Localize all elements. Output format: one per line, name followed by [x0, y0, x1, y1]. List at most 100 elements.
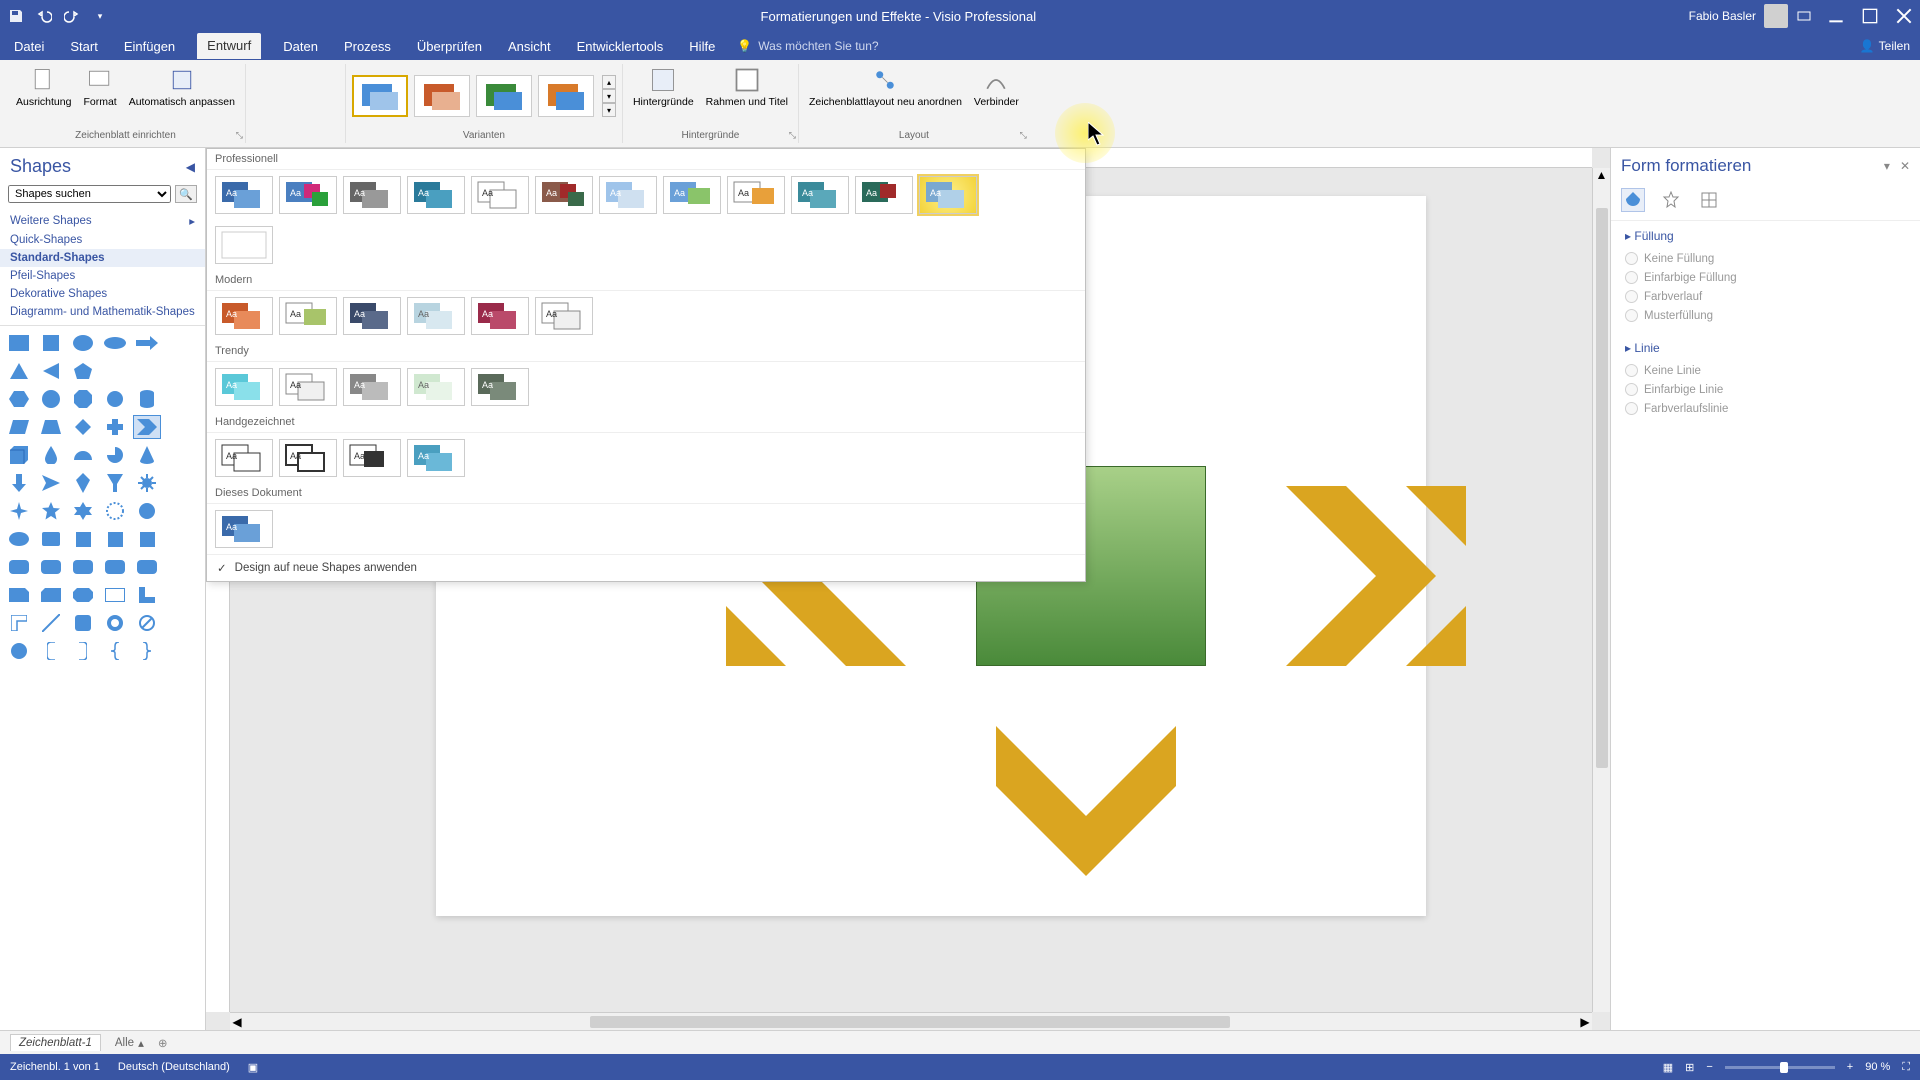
connector-button[interactable]: Verbinder	[970, 64, 1023, 110]
shape-brace-l[interactable]	[102, 640, 128, 662]
tab-start[interactable]: Start	[66, 36, 101, 57]
setup-launcher-icon[interactable]: ⤡	[236, 130, 243, 141]
pagelayout-button[interactable]: Zeichenblattlayout neu anordnen	[805, 64, 966, 110]
theme-prof-8[interactable]: Aa	[663, 176, 721, 214]
save-icon[interactable]	[8, 8, 24, 24]
frames-button[interactable]: Rahmen und Titel	[702, 64, 792, 110]
theme-prof-6[interactable]: Aa	[535, 176, 593, 214]
shape-arrow-right[interactable]	[134, 332, 160, 354]
tellme-input[interactable]: Was möchten Sie tun?	[758, 39, 878, 53]
line-none-option[interactable]: Keine Linie	[1625, 361, 1906, 380]
zoom-in-icon[interactable]: +	[1847, 1061, 1853, 1073]
search-button[interactable]: 🔍	[175, 185, 197, 203]
maximize-icon[interactable]	[1862, 8, 1878, 24]
shape-triangle[interactable]	[6, 360, 32, 382]
shape-can[interactable]	[134, 388, 160, 410]
shape-cube[interactable]	[6, 444, 32, 466]
user-name[interactable]: Fabio Basler	[1689, 9, 1756, 23]
view-mode-icon[interactable]: ⊞	[1685, 1061, 1694, 1074]
zoom-level[interactable]: 90 %	[1865, 1061, 1890, 1073]
zoom-slider[interactable]	[1725, 1066, 1835, 1069]
bg-launcher-icon[interactable]: ⤡	[789, 130, 796, 141]
shape-trapezoid[interactable]	[38, 416, 64, 438]
theme-mod-1[interactable]: Aa	[215, 297, 273, 335]
theme-prof-1[interactable]: Aa	[215, 176, 273, 214]
shape-callout-tri[interactable]	[38, 472, 64, 494]
zoom-out-icon[interactable]: −	[1706, 1061, 1712, 1073]
scrollbar-vertical[interactable]: ▲	[1592, 168, 1610, 1012]
theme-prof-9[interactable]: Aa	[727, 176, 785, 214]
format-button[interactable]: Format	[79, 64, 120, 110]
shape-heptagon[interactable]	[38, 388, 64, 410]
backgrounds-button[interactable]: Hintergründe	[629, 64, 698, 110]
status-lang[interactable]: Deutsch (Deutschland)	[118, 1061, 230, 1073]
undo-icon[interactable]	[36, 8, 52, 24]
cat-diagram[interactable]: Diagramm- und Mathematik-Shapes	[0, 303, 205, 321]
shape-lshape2[interactable]	[6, 612, 32, 634]
theme-prof-3[interactable]: Aa	[343, 176, 401, 214]
redo-icon[interactable]	[64, 8, 80, 24]
theme-hand-2[interactable]: Aa	[279, 439, 337, 477]
panel-close-icon[interactable]: ✕	[1900, 159, 1910, 173]
shape-ellipse[interactable]	[70, 332, 96, 354]
shape-roundrect4[interactable]	[102, 556, 128, 578]
tab-ueberpruefen[interactable]: Überprüfen	[413, 36, 486, 57]
shape-star7[interactable]	[102, 500, 128, 522]
tab-entwicklertools[interactable]: Entwicklertools	[573, 36, 668, 57]
shape-bracket-r[interactable]	[70, 640, 96, 662]
effects-tab-icon[interactable]	[1659, 188, 1683, 212]
shape-diamond[interactable]	[70, 416, 96, 438]
tab-prozess[interactable]: Prozess	[340, 36, 395, 57]
variant-up-icon[interactable]: ▴	[602, 75, 616, 89]
sheet-tab-1[interactable]: Zeichenblatt-1	[10, 1034, 101, 1051]
shape-cone[interactable]	[134, 444, 160, 466]
theme-trend-4[interactable]: Aa	[407, 368, 465, 406]
shape-oval[interactable]	[102, 332, 128, 354]
theme-prof-7[interactable]: Aa	[599, 176, 657, 214]
variant-down-icon[interactable]: ▾	[602, 89, 616, 103]
add-sheet-button[interactable]: ⊕	[158, 1036, 168, 1050]
theme-prof-5[interactable]: Aa	[471, 176, 529, 214]
close-icon[interactable]	[1896, 8, 1912, 24]
autofit-button[interactable]: Automatisch anpassen	[125, 64, 239, 110]
size-tab-icon[interactable]	[1697, 188, 1721, 212]
shape-circle[interactable]	[102, 388, 128, 410]
shape-hexagon[interactable]	[6, 388, 32, 410]
fill-none-option[interactable]: Keine Füllung	[1625, 249, 1906, 268]
shape-brace-r[interactable]	[134, 640, 160, 662]
cat-quick[interactable]: Quick-Shapes	[0, 231, 205, 249]
shape-arc[interactable]	[70, 444, 96, 466]
shape-roundrect5[interactable]	[134, 556, 160, 578]
shape-funnel[interactable]	[102, 472, 128, 494]
variant-4[interactable]	[538, 75, 594, 117]
minimize-icon[interactable]	[1828, 8, 1844, 24]
panel-dropdown-icon[interactable]: ▾	[1884, 159, 1890, 173]
theme-hand-4[interactable]: Aa	[407, 439, 465, 477]
fill-gradient-option[interactable]: Farbverlauf	[1625, 287, 1906, 306]
shape-square3[interactable]	[102, 528, 128, 550]
shape-drop[interactable]	[38, 444, 64, 466]
shape-star5[interactable]	[38, 500, 64, 522]
presentation-mode-icon[interactable]: ▦	[1663, 1061, 1673, 1074]
ribbon-display-icon[interactable]	[1796, 8, 1812, 24]
cat-deco[interactable]: Dekorative Shapes	[0, 285, 205, 303]
theme-prof-11[interactable]: Aa	[855, 176, 913, 214]
shape-parallelogram[interactable]	[6, 416, 32, 438]
shape-snip3[interactable]	[70, 584, 96, 606]
shape-square2[interactable]	[70, 528, 96, 550]
shape-kite[interactable]	[70, 472, 96, 494]
scrollbar-horizontal[interactable]: ◀▶	[230, 1012, 1592, 1030]
theme-prof-2[interactable]: Aa	[279, 176, 337, 214]
shape-roundrect-sm[interactable]	[38, 528, 64, 550]
theme-trend-5[interactable]: Aa	[471, 368, 529, 406]
theme-trend-3[interactable]: Aa	[343, 368, 401, 406]
cat-standard[interactable]: Standard-Shapes	[0, 249, 205, 267]
theme-hand-1[interactable]: Aa	[215, 439, 273, 477]
theme-trend-1[interactable]: Aa	[215, 368, 273, 406]
theme-doc-1[interactable]: Aa	[215, 510, 273, 548]
shape-octagon[interactable]	[70, 388, 96, 410]
tab-datei[interactable]: Datei	[10, 36, 48, 57]
avatar[interactable]	[1764, 4, 1788, 28]
shape-frame[interactable]	[102, 584, 128, 606]
shape-burst[interactable]	[134, 500, 160, 522]
